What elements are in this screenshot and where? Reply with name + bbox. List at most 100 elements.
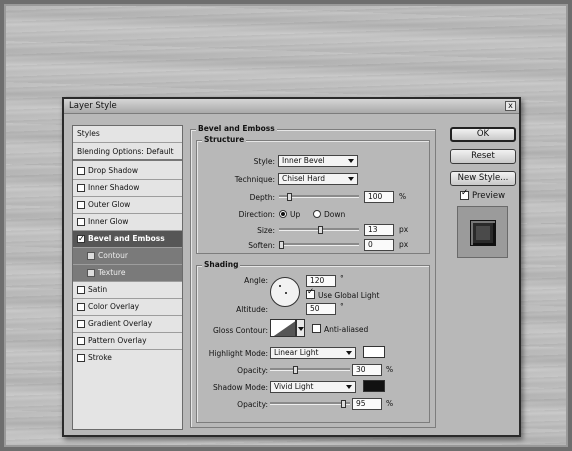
color-overlay-checkbox[interactable] [77, 303, 85, 311]
shadow-opacity-slider-handle[interactable] [341, 400, 347, 408]
direction-down-label: Down [324, 210, 346, 219]
depth-label: Depth: [249, 193, 275, 202]
soften-slider-handle[interactable] [279, 241, 284, 249]
altitude-unit: ° [340, 302, 344, 311]
style-item-inner-glow[interactable]: Inner Glow [73, 214, 182, 231]
soften-slider[interactable] [279, 243, 359, 246]
close-icon[interactable]: x [505, 101, 516, 111]
style-item-texture[interactable]: Texture [73, 265, 182, 282]
contour-checkbox[interactable] [87, 252, 95, 260]
style-preview-thumbnail [457, 206, 508, 258]
inner-glow-checkbox[interactable] [77, 218, 85, 226]
highlight-mode-select[interactable]: Linear Light [270, 347, 356, 359]
reset-button[interactable]: Reset [450, 149, 516, 164]
stroke-checkbox[interactable] [77, 354, 85, 362]
highlight-opacity-input[interactable]: 30 [352, 364, 382, 376]
size-input[interactable]: 13 [364, 224, 394, 236]
style-item-gradient-overlay[interactable]: Gradient Overlay [73, 316, 182, 333]
direction-up-label: Up [290, 210, 301, 219]
angle-dial[interactable] [270, 277, 300, 307]
dialog-titlebar[interactable]: Layer Style x [64, 99, 519, 114]
shadow-mode-label: Shadow Mode: [213, 383, 268, 392]
style-item-label: Contour [98, 251, 128, 260]
direction-label: Direction: [238, 210, 275, 219]
depth-input[interactable]: 100 [364, 191, 394, 203]
direction-up-radio[interactable] [279, 210, 287, 218]
style-item-bevel-and-emboss[interactable]: Bevel and Emboss [73, 231, 182, 248]
direction-down-radio[interactable] [313, 210, 321, 218]
layer-style-dialog: Layer Style x Styles Blending Options: D… [62, 97, 521, 437]
style-item-outer-glow[interactable]: Outer Glow [73, 197, 182, 214]
shadow-opacity-input[interactable]: 95 [352, 398, 382, 410]
preview-square-outer [470, 220, 496, 246]
style-item-label: Outer Glow [88, 200, 131, 209]
preview-label: Preview [472, 191, 506, 201]
highlight-opacity-slider[interactable] [270, 368, 350, 371]
technique-select[interactable]: Chisel Hard [278, 173, 358, 185]
style-item-label: Bevel and Emboss [88, 234, 165, 243]
depth-slider-handle[interactable] [286, 193, 292, 201]
technique-select-value: Chisel Hard [282, 174, 326, 183]
chevron-down-icon [348, 159, 354, 163]
style-item-color-overlay[interactable]: Color Overlay [73, 299, 182, 316]
bevel-emboss-title: Bevel and Emboss [196, 124, 277, 133]
use-global-light-label: Use Global Light [318, 291, 380, 300]
style-item-pattern-overlay[interactable]: Pattern Overlay [73, 333, 182, 350]
style-item-label: Texture [98, 268, 126, 277]
style-item-contour[interactable]: Contour [73, 248, 182, 265]
shadow-opacity-slider[interactable] [270, 402, 350, 405]
shadow-opacity-label: Opacity: [237, 400, 268, 409]
chevron-down-icon [346, 351, 352, 355]
styles-header[interactable]: Styles [73, 126, 182, 143]
style-item-inner-shadow[interactable]: Inner Shadow [73, 180, 182, 197]
bevel-and-emboss-checkbox[interactable] [77, 231, 85, 247]
style-select[interactable]: Inner Bevel [278, 155, 358, 167]
size-slider-handle[interactable] [318, 226, 323, 234]
gradient-overlay-checkbox[interactable] [77, 320, 85, 328]
anti-aliased-checkbox[interactable] [312, 324, 321, 333]
angle-label: Angle: [244, 276, 268, 285]
use-global-light-checkbox[interactable] [306, 287, 315, 299]
highlight-opacity-slider-handle[interactable] [292, 366, 298, 374]
highlight-mode-value: Linear Light [274, 348, 319, 357]
style-item-label: Pattern Overlay [88, 336, 147, 345]
technique-label: Technique: [234, 175, 275, 184]
satin-checkbox[interactable] [77, 286, 85, 294]
style-item-satin[interactable]: Satin [73, 282, 182, 299]
structure-title: Structure [202, 135, 247, 144]
style-select-value: Inner Bevel [282, 156, 325, 165]
soften-unit: px [399, 240, 409, 249]
altitude-input[interactable]: 50 [306, 303, 336, 315]
new-style-button[interactable]: New Style... [450, 171, 516, 186]
angle-input[interactable]: 120 [306, 275, 336, 287]
texture-checkbox[interactable] [87, 269, 95, 277]
shadow-mode-value: Vivid Light [274, 382, 314, 391]
preview-square-inner [476, 226, 490, 240]
preview-checkbox[interactable] [460, 188, 469, 200]
soften-input[interactable]: 0 [364, 239, 394, 251]
dialog-title: Layer Style [69, 101, 117, 111]
style-item-stroke[interactable]: Stroke [73, 350, 182, 367]
angle-unit: ° [340, 274, 344, 283]
style-item-label: Color Overlay [88, 302, 140, 311]
highlight-color-swatch[interactable] [363, 346, 385, 358]
outer-glow-checkbox[interactable] [77, 201, 85, 209]
style-item-drop-shadow[interactable]: Drop Shadow [73, 163, 182, 180]
gloss-contour-label: Gloss Contour: [212, 326, 268, 335]
gloss-contour-dropdown[interactable] [296, 319, 305, 337]
gloss-contour-preview[interactable] [270, 319, 296, 337]
blending-options-label: Blending Options: Default [77, 147, 174, 156]
soften-label: Soften: [248, 241, 275, 250]
angle-center-dot [285, 292, 287, 294]
shadow-color-swatch[interactable] [363, 380, 385, 392]
chevron-down-icon [346, 385, 352, 389]
blending-options-item[interactable]: Blending Options: Default [73, 144, 182, 161]
drop-shadow-checkbox[interactable] [77, 167, 85, 175]
size-label: Size: [257, 226, 275, 235]
style-item-label: Gradient Overlay [88, 319, 153, 328]
ok-button[interactable]: OK [450, 127, 516, 142]
inner-shadow-checkbox[interactable] [77, 184, 85, 192]
pattern-overlay-checkbox[interactable] [77, 337, 85, 345]
shadow-mode-select[interactable]: Vivid Light [270, 381, 356, 393]
style-item-label: Inner Shadow [88, 183, 140, 192]
